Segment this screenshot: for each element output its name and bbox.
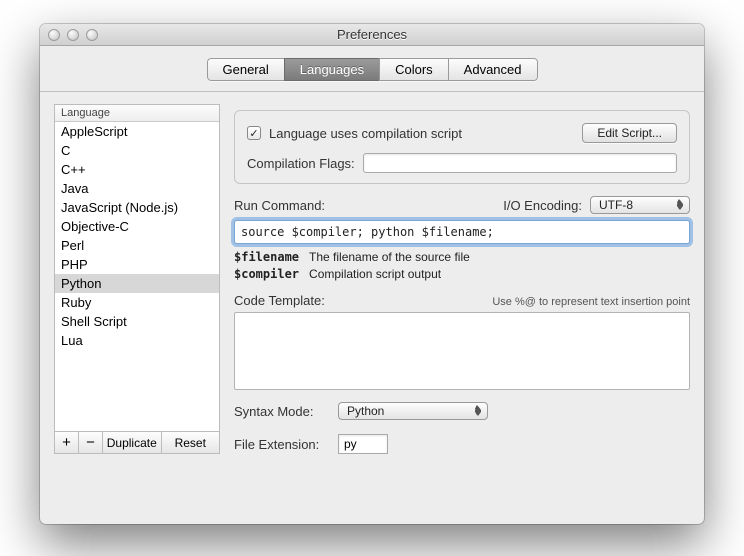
titlebar: Preferences [40,24,704,46]
run-command-input[interactable]: source $compiler; python $filename; [234,220,690,244]
language-list[interactable]: Language AppleScript C C++ Java JavaScri… [54,104,220,432]
tab-segmented: General Languages Colors Advanced [207,58,538,81]
list-item[interactable]: PHP [55,255,219,274]
sidebar-toolbar: + − Duplicate Reset [54,432,220,454]
template-label: Code Template: [234,293,325,308]
compile-checkbox-label: Language uses compilation script [269,126,462,141]
edit-script-button[interactable]: Edit Script... [582,123,677,143]
chevron-updown-icon: ▲▼ [673,199,685,211]
syntax-label: Syntax Mode: [234,404,330,419]
flags-input[interactable] [363,153,677,173]
code-template-textarea[interactable] [234,312,690,390]
list-item-selected[interactable]: Python [55,274,219,293]
window-title: Preferences [40,27,704,42]
window-controls [48,29,98,41]
list-item[interactable]: C++ [55,160,219,179]
extension-input[interactable] [338,434,388,454]
run-command-label: Run Command: [234,198,325,213]
list-item[interactable]: JavaScript (Node.js) [55,198,219,217]
preferences-window: Preferences General Languages Colors Adv… [40,24,704,524]
encoding-label: I/O Encoding: [503,198,582,213]
encoding-popup[interactable]: UTF-8 ▲▼ [590,196,690,214]
tab-general[interactable]: General [207,58,284,81]
list-item[interactable]: C [55,141,219,160]
list-item[interactable]: Perl [55,236,219,255]
minimize-icon[interactable] [67,29,79,41]
tab-colors[interactable]: Colors [379,58,448,81]
tab-languages[interactable]: Languages [284,58,379,81]
language-sidebar: Language AppleScript C C++ Java JavaScri… [54,104,220,454]
list-item[interactable]: Java [55,179,219,198]
flags-label: Compilation Flags: [247,156,355,171]
compile-checkbox[interactable]: ✓ [247,126,261,140]
list-item[interactable]: AppleScript [55,122,219,141]
extension-label: File Extension: [234,437,330,452]
var-filename-desc: The filename of the source file [309,250,470,264]
template-hint: Use %@ to represent text insertion point [492,296,690,308]
main-panel: ✓ Language uses compilation script Edit … [234,104,690,454]
list-item[interactable]: Shell Script [55,312,219,331]
list-item[interactable]: Objective-C [55,217,219,236]
syntax-popup[interactable]: Python ▲▼ [338,402,488,420]
duplicate-button[interactable]: Duplicate [103,432,162,453]
chevron-updown-icon: ▲▼ [471,405,483,417]
list-item[interactable]: Lua [55,331,219,350]
reset-button[interactable]: Reset [162,432,220,453]
compilation-group: ✓ Language uses compilation script Edit … [234,110,690,184]
close-icon[interactable] [48,29,60,41]
tab-bar: General Languages Colors Advanced [40,46,704,92]
var-compiler: $compiler [234,267,299,281]
tab-advanced[interactable]: Advanced [448,58,538,81]
content-area: Language AppleScript C C++ Java JavaScri… [40,92,704,468]
syntax-value: Python [347,404,384,418]
add-button[interactable]: + [55,432,79,453]
list-item[interactable]: Ruby [55,293,219,312]
var-compiler-desc: Compilation script output [309,267,441,281]
var-filename: $filename [234,250,299,264]
encoding-value: UTF-8 [599,198,633,212]
remove-button[interactable]: − [79,432,103,453]
zoom-icon[interactable] [86,29,98,41]
language-list-header: Language [55,105,219,122]
